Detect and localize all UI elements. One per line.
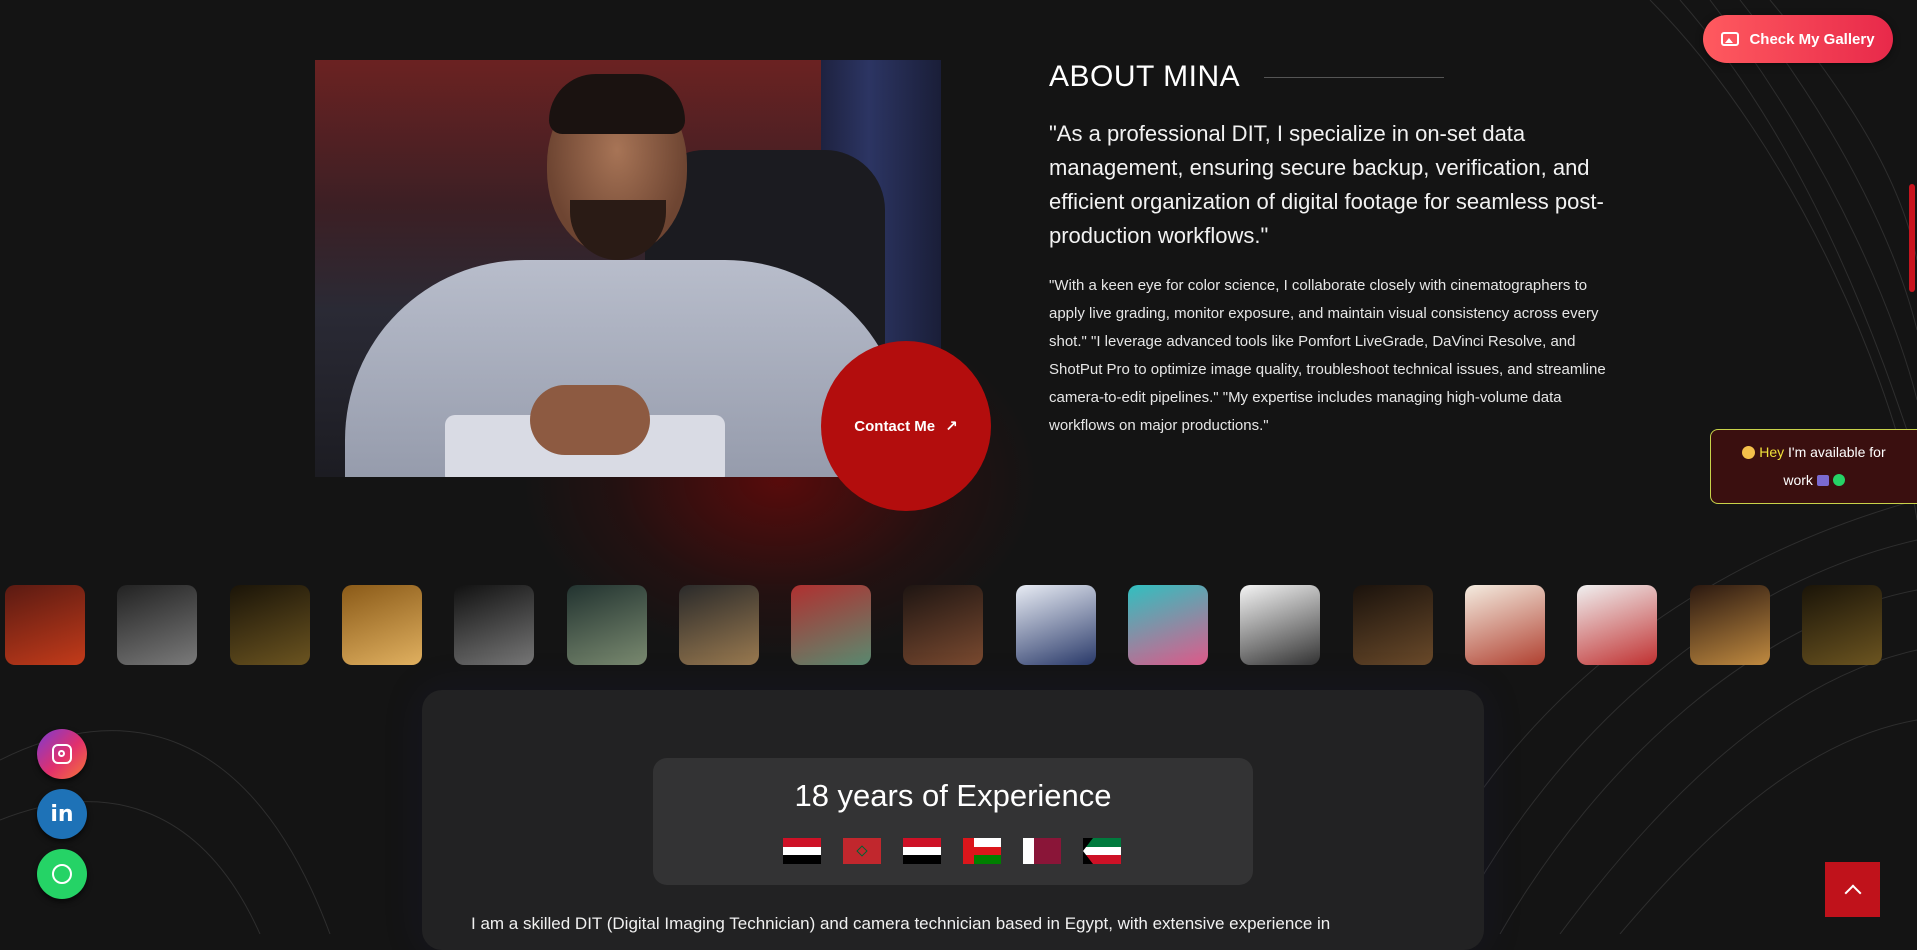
- country-flags: [783, 838, 1121, 864]
- movie-poster: [678, 585, 759, 665]
- instagram-icon: [52, 744, 72, 764]
- movie-poster: [1240, 585, 1321, 665]
- about-title: ABOUT MINA: [1049, 60, 1445, 94]
- title-rule: [1264, 76, 1445, 78]
- check-gallery-button[interactable]: Check My Gallery: [1703, 15, 1893, 63]
- movie-poster: [454, 585, 535, 665]
- yemen-flag: [903, 838, 941, 864]
- experience-title: 18 years of Experience: [794, 778, 1112, 813]
- movie-poster: [341, 585, 422, 665]
- movie-poster: [5, 585, 85, 665]
- qatar-flag: [1023, 838, 1061, 864]
- morocco-flag: [843, 838, 881, 864]
- movie-poster: [1464, 585, 1545, 665]
- gallery-icon: [1721, 32, 1740, 46]
- movie-poster: [229, 585, 310, 665]
- contact-me-button[interactable]: Contact Me ↗: [821, 341, 991, 511]
- about-description: "With a keen eye for color science, I co…: [1049, 277, 1606, 434]
- availability-line2: work: [1783, 472, 1813, 488]
- whatsapp-button[interactable]: [37, 849, 87, 899]
- egypt-flag: [783, 838, 821, 864]
- scroll-to-top-button[interactable]: [1825, 862, 1880, 917]
- poster-carousel: [0, 585, 1917, 667]
- linkedin-button[interactable]: in: [37, 789, 87, 839]
- contact-me-label: Contact Me: [854, 417, 936, 435]
- movie-poster: [1015, 585, 1096, 665]
- clapperboard-icon: [1816, 475, 1829, 486]
- availability-badge[interactable]: Hey I'm available for work: [1710, 429, 1917, 504]
- linkedin-icon: in: [50, 801, 74, 827]
- instagram-button[interactable]: [37, 729, 87, 779]
- movie-poster: [1577, 585, 1658, 665]
- movie-poster: [566, 585, 647, 665]
- whatsapp-icon: [1832, 474, 1845, 486]
- movie-poster: [1801, 585, 1882, 665]
- availability-line1: I'm available for: [1784, 444, 1886, 460]
- about-heading: ABOUT MINA: [1049, 60, 1241, 93]
- gallery-button-label: Check My Gallery: [1749, 30, 1875, 48]
- bio-text: I am a skilled DIT (Digital Imaging Tech…: [471, 914, 1331, 933]
- movie-poster: [1128, 585, 1208, 665]
- scrollbar-thumb[interactable]: [1909, 184, 1915, 292]
- about-quote: "As a professional DIT, I specialize in …: [1049, 121, 1604, 248]
- movie-poster: [903, 585, 984, 665]
- movie-poster: [1352, 585, 1433, 665]
- oman-flag: [963, 838, 1001, 864]
- availability-hey: Hey: [1759, 444, 1785, 460]
- movie-poster: [117, 585, 198, 665]
- arrow-up-right-icon: ↗: [945, 418, 958, 435]
- whatsapp-icon: [52, 864, 72, 884]
- kuwait-flag: [1083, 838, 1121, 864]
- movie-poster: [1689, 585, 1770, 665]
- waving-person-icon: [1742, 446, 1756, 459]
- movie-poster: [791, 585, 872, 665]
- chevron-up-icon: [1844, 884, 1861, 901]
